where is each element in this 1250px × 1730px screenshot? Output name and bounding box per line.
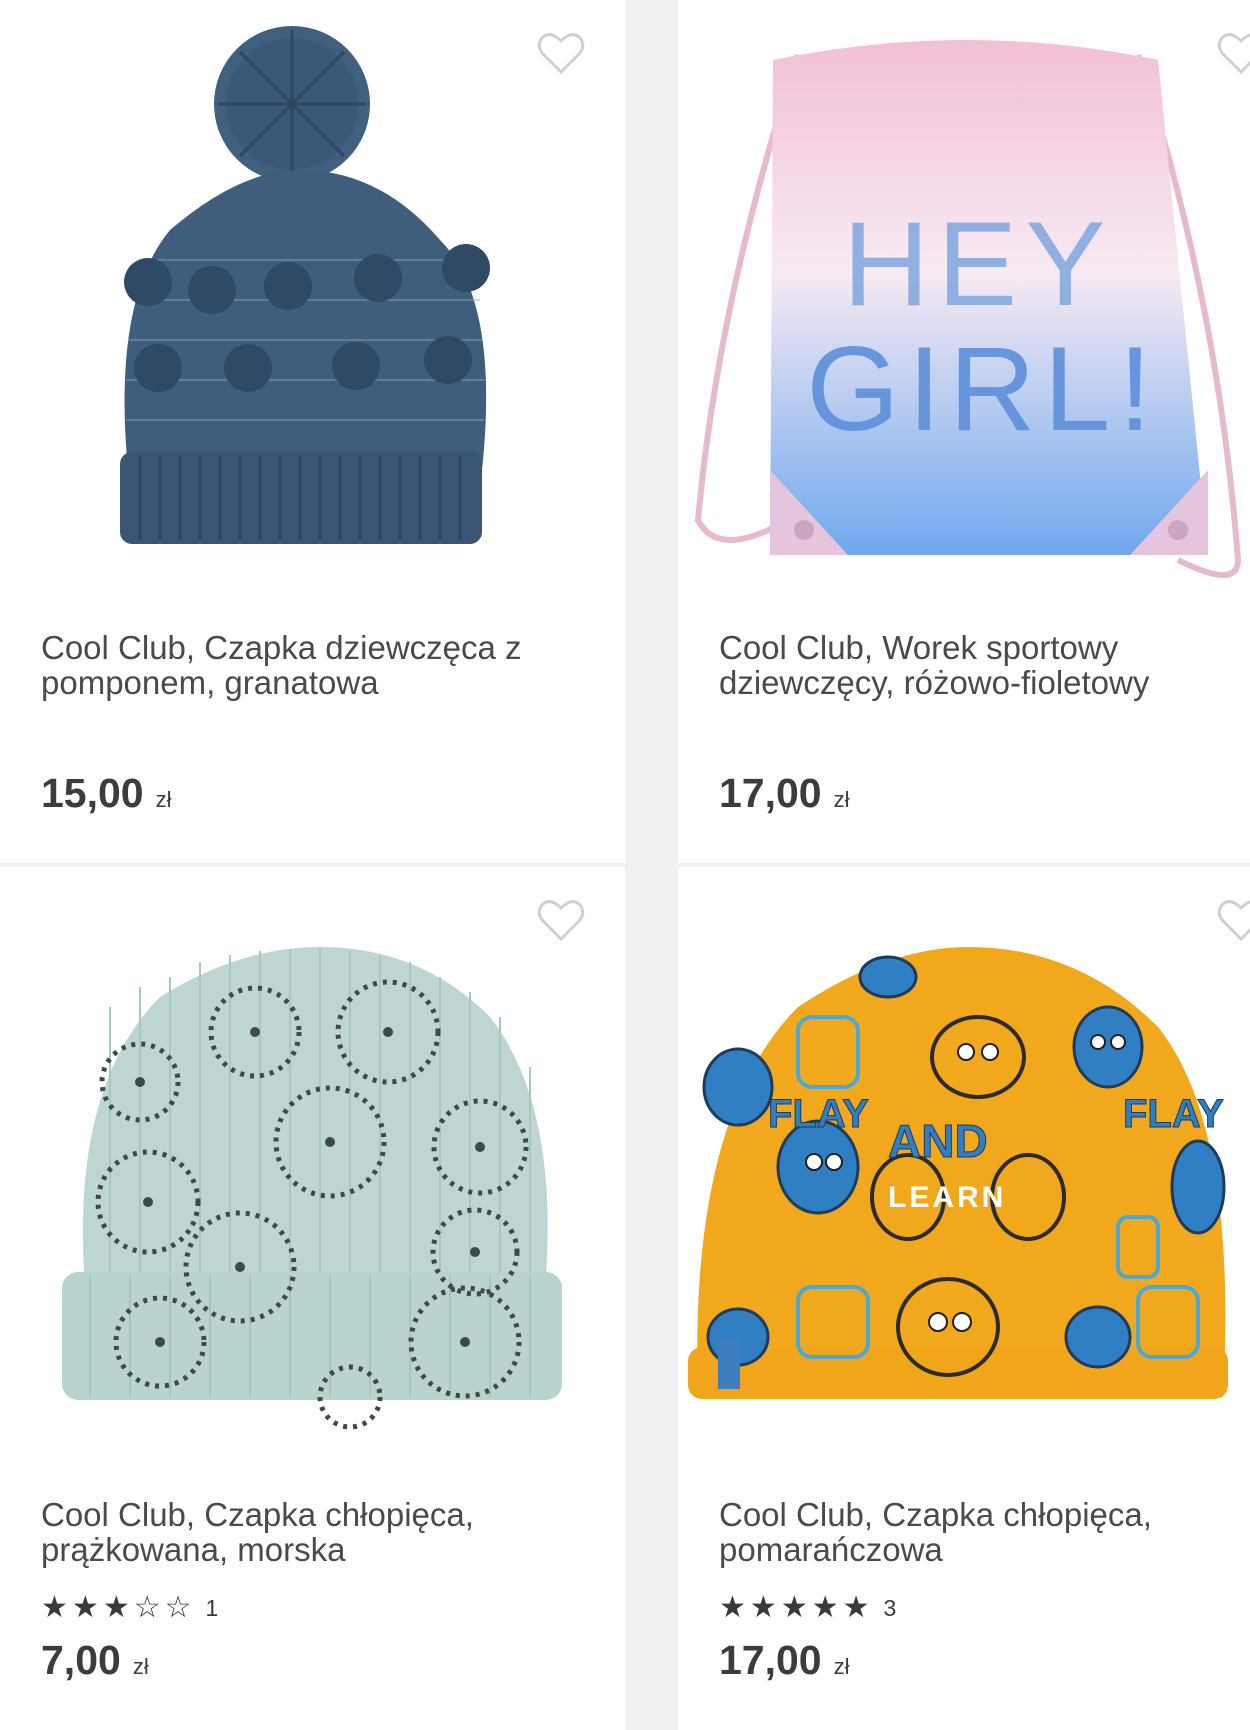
star-empty-icon: ☆ <box>133 1591 161 1624</box>
product-title[interactable]: Cool Club, Czapka chłopięca, pomarańczow… <box>719 1497 1239 1567</box>
star-filled-icon: ★ <box>811 1591 839 1624</box>
wishlist-heart-icon[interactable] <box>536 895 586 945</box>
mint-hedgehog-beanie-image <box>0 867 625 1457</box>
product-title[interactable]: Cool Club, Worek sportowy dziewczęcy, ró… <box>719 630 1239 700</box>
price-value: 17,00 <box>719 1637 822 1683</box>
product-price: 17,00 zł <box>719 1637 850 1684</box>
star-rating[interactable]: ★ ★ ★ ☆ ☆ 1 <box>41 1593 218 1623</box>
price-currency: zł <box>132 1654 149 1679</box>
rating-count: 3 <box>883 1594 897 1621</box>
hat-print-word: FLAY <box>768 1092 869 1136</box>
product-price: 15,00 zł <box>41 770 172 817</box>
wishlist-heart-icon[interactable] <box>1216 895 1250 945</box>
product-title[interactable]: Cool Club, Czapka chłopięca, prążkowana,… <box>41 1497 581 1567</box>
star-filled-icon: ★ <box>41 1591 68 1624</box>
price-value: 17,00 <box>719 770 822 816</box>
product-image[interactable]: HEY GIRL! <box>678 0 1250 590</box>
wishlist-heart-icon[interactable] <box>536 28 586 78</box>
product-price: 17,00 zł <box>719 770 850 817</box>
bag-print-line-1: HEY <box>843 197 1114 331</box>
wishlist-heart-icon[interactable] <box>1216 28 1250 78</box>
orange-monster-beanie-image: FLAY AND LEARN FLAY <box>678 867 1250 1457</box>
bag-print-line-2: GIRL! <box>806 322 1159 456</box>
hat-print-word: FLAY <box>1123 1092 1224 1136</box>
product-image[interactable] <box>0 0 625 590</box>
hat-print-word: AND <box>888 1115 988 1167</box>
star-rating[interactable]: ★ ★ ★ ★ ★ 3 <box>719 1593 896 1623</box>
product-grid: Cool Club, Czapka dziewczęca z pomponem,… <box>0 0 1250 1730</box>
star-filled-icon: ★ <box>71 1591 99 1624</box>
star-filled-icon: ★ <box>749 1591 777 1624</box>
price-currency: zł <box>833 787 850 812</box>
price-value: 15,00 <box>41 770 144 816</box>
star-filled-icon: ★ <box>102 1591 130 1624</box>
product-title[interactable]: Cool Club, Czapka dziewczęca z pomponem,… <box>41 630 581 700</box>
star-empty-icon: ☆ <box>164 1591 192 1624</box>
star-filled-icon: ★ <box>842 1591 870 1624</box>
price-currency: zł <box>155 787 172 812</box>
hat-print-word: LEARN <box>888 1181 1006 1214</box>
product-card[interactable]: FLAY AND LEARN FLAY Cool Club, Czapka ch… <box>678 867 1250 1730</box>
product-price: 7,00 zł <box>41 1637 149 1684</box>
product-card[interactable]: Cool Club, Czapka dziewczęca z pomponem,… <box>0 0 625 863</box>
rating-count: 1 <box>205 1594 219 1621</box>
star-filled-icon: ★ <box>780 1591 808 1624</box>
product-card[interactable]: HEY GIRL! Cool Club, Worek sportowy dzie… <box>678 0 1250 863</box>
product-image[interactable]: FLAY AND LEARN FLAY <box>678 867 1250 1457</box>
product-image[interactable] <box>0 867 625 1457</box>
price-currency: zł <box>833 1654 850 1679</box>
navy-pompom-beanie-image <box>0 0 625 590</box>
star-filled-icon: ★ <box>719 1591 746 1624</box>
drawstring-bag-image: HEY GIRL! <box>678 0 1250 590</box>
product-card[interactable]: Cool Club, Czapka chłopięca, prążkowana,… <box>0 867 625 1730</box>
price-value: 7,00 <box>41 1637 121 1683</box>
